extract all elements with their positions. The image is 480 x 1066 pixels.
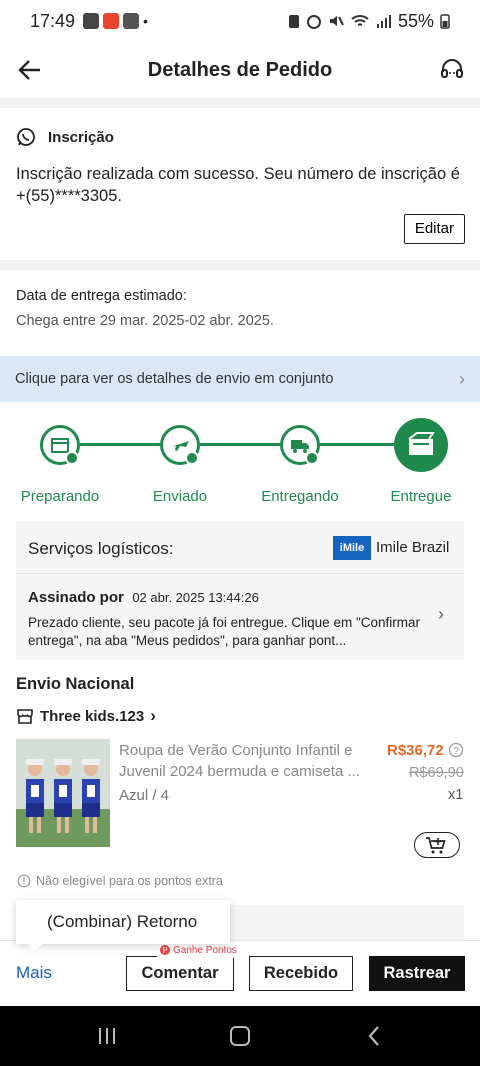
signed-date: 02 abr. 2025 13:44:26	[132, 590, 259, 605]
divider	[16, 573, 464, 574]
coin-icon: P	[160, 945, 170, 955]
delivery-label: Data de entrega estimado:	[16, 288, 187, 304]
system-navigation-bar	[0, 1006, 480, 1066]
wifi-icon	[351, 15, 369, 26]
return-popup-menu[interactable]: (Combinar) Retorno	[16, 900, 230, 944]
signal-icon	[376, 15, 391, 28]
subscription-title: Inscrição	[48, 129, 114, 146]
product-old-price: R$69,90	[409, 765, 464, 781]
store-link[interactable]: Three kids.123 ›	[16, 706, 156, 726]
chevron-right-icon: ›	[438, 604, 444, 624]
home-icon[interactable]	[229, 1025, 251, 1047]
received-button[interactable]: Recebido	[249, 956, 353, 991]
app-notification-icon	[103, 13, 120, 29]
delivered-box-icon	[408, 432, 435, 455]
back-nav-icon[interactable]	[366, 1025, 382, 1047]
alarm-icon	[306, 15, 321, 29]
shipping-details-banner[interactable]: Clique para ver os detalhes de envio em …	[0, 356, 480, 402]
shipment-section-title: Envio Nacional	[16, 675, 135, 693]
shein-notification-icon	[123, 13, 140, 29]
logistics-title: Serviços logísticos:	[28, 539, 174, 558]
subscription-text: Inscrição realizada com sucesso. Seu núm…	[16, 165, 460, 205]
check-icon	[305, 451, 319, 465]
imile-logo: iMile	[333, 536, 371, 560]
product-variant: Azul / 4	[119, 787, 170, 804]
step-label-delivering: Entregando	[261, 488, 339, 505]
gallery-notification-icon	[83, 13, 100, 29]
more-link[interactable]: Mais	[16, 963, 52, 983]
subscription-card: Inscrição Inscrição realizada com sucess…	[0, 108, 480, 260]
customer-support-icon[interactable]	[438, 56, 466, 84]
more-notifications-icon: •	[143, 13, 148, 29]
progress-line	[80, 443, 162, 446]
points-badge-text: Ganhe Pontos	[173, 944, 237, 956]
page-title: Detalhes de Pedido	[147, 58, 333, 81]
signed-row: Assinado por 02 abr. 2025 13:44:26	[28, 589, 259, 607]
store-name: Three kids.123	[40, 707, 145, 725]
recent-apps-icon[interactable]	[96, 1026, 118, 1046]
svg-text:?: ?	[453, 746, 459, 757]
product-quantity: x1	[448, 787, 464, 803]
mute-icon	[329, 16, 344, 26]
logistics-box[interactable]: Serviços logísticos: iMile Imile Brazil …	[16, 521, 464, 660]
track-button[interactable]: Rastrear	[369, 956, 465, 991]
order-content-card: Preparando Enviado Entregando Entregue S…	[0, 402, 480, 940]
signed-label: Assinado por	[28, 589, 124, 606]
chevron-right-icon: ›	[459, 368, 465, 389]
step-label-delivered: Entregue	[390, 488, 452, 505]
help-icon[interactable]: ?	[448, 742, 464, 758]
progress-line	[200, 443, 282, 446]
earn-points-badge: P Ganhe Pontos	[157, 942, 240, 958]
combined-return-option[interactable]: (Combinar) Retorno	[47, 912, 197, 932]
info-icon	[17, 874, 31, 888]
delivery-estimate-card: Data de entrega estimado: Chega entre 29…	[0, 270, 480, 356]
product-name[interactable]: Roupa de Verão Conjunto Infantil e Juven…	[119, 740, 374, 782]
store-icon	[17, 709, 33, 724]
product-image[interactable]	[16, 739, 110, 847]
status-bar: 17:49 • 55%	[0, 0, 480, 42]
battery-saver-icon	[288, 15, 299, 28]
cart-plus-icon	[426, 837, 446, 854]
chevron-right-icon: ›	[150, 706, 156, 725]
step-delivered	[394, 418, 448, 472]
step-label-preparing: Preparando	[20, 488, 100, 505]
popup-arrow	[28, 944, 42, 952]
whatsapp-icon	[17, 128, 35, 146]
check-icon	[185, 451, 199, 465]
shipping-banner-text: Clique para ver os detalhes de envio em …	[15, 371, 334, 387]
status-right: 55%	[288, 11, 450, 32]
back-arrow-icon[interactable]	[14, 54, 46, 86]
comment-button[interactable]: Comentar	[126, 956, 234, 991]
status-time: 17:49	[30, 10, 76, 31]
page-header: Detalhes de Pedido	[0, 42, 480, 98]
progress-line	[320, 443, 396, 446]
logistics-description: Prezado cliente, seu pacote já foi entre…	[28, 615, 421, 648]
edit-button[interactable]: Editar	[403, 214, 465, 244]
check-icon	[65, 451, 79, 465]
product-photo	[16, 739, 110, 847]
add-to-cart-button[interactable]	[414, 832, 460, 858]
not-eligible-text: Não elegível para os pontos extra	[36, 874, 223, 888]
delivery-range: Chega entre 29 mar. 2025-02 abr. 2025.	[16, 313, 274, 329]
battery-level: 55%	[397, 10, 434, 31]
step-label-shipped: Enviado	[152, 488, 208, 505]
product-price: R$36,72	[387, 742, 444, 759]
battery-icon	[440, 14, 450, 29]
not-eligible-note: Não elegível para os pontos extra	[17, 874, 223, 888]
carrier-name: Imile Brazil	[376, 539, 450, 556]
